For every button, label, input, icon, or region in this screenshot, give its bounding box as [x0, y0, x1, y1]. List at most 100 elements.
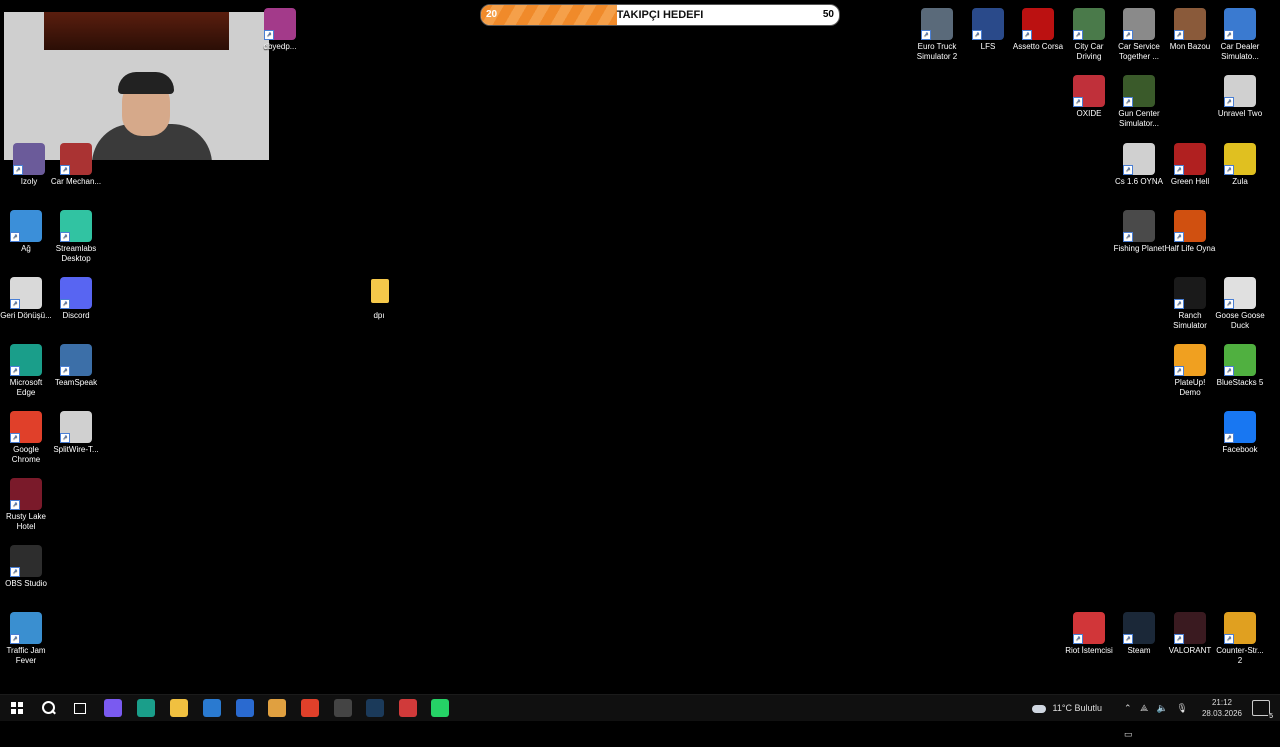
display-icon[interactable]: ▭ [1124, 729, 1133, 739]
taskbar-store-icon[interactable] [203, 699, 221, 717]
desktop-icon-green-hell[interactable]: ↗ Green Hell [1164, 143, 1216, 187]
network-icon[interactable]: ⟁ [1140, 703, 1148, 713]
taskbar-copilot-icon[interactable] [104, 699, 122, 717]
webcam-tapestry [44, 12, 229, 50]
taskbar-search-icon[interactable] [39, 699, 57, 717]
desktop-icon-euro-truck-simulator-2[interactable]: ↗ Euro Truck Simulator 2 [911, 8, 963, 62]
desktop-icon-bluestacks-5[interactable]: ↗ BlueStacks 5 [1214, 344, 1266, 388]
notification-button[interactable]: 5 [1252, 700, 1274, 720]
half-life-oyna-icon: ↗ [1174, 210, 1206, 242]
desktop-icon-label: Car Mechan... [50, 177, 102, 186]
microsoft-edge-icon: ↗ [10, 344, 42, 376]
chevron-up-icon[interactable]: ⌃ [1124, 703, 1132, 713]
shortcut-arrow-icon: ↗ [1224, 165, 1234, 175]
car-service-together-icon: ↗ [1123, 8, 1155, 40]
desktop-icon-car-service-together[interactable]: ↗ Car Service Together ... [1113, 8, 1165, 62]
desktop-icon-label: Unravel Two [1217, 109, 1263, 118]
desktop-icon-steam[interactable]: ↗ Steam [1113, 612, 1165, 656]
desktop-icon-traffic-jam-fever[interactable]: ↗ Traffic Jam Fever [0, 612, 52, 666]
mic-icon[interactable]: 🎙 [1176, 703, 1187, 713]
shortcut-arrow-icon: ↗ [10, 433, 20, 443]
desktop-icon-fishing-planet[interactable]: ↗ Fishing Planet [1113, 210, 1165, 254]
shortcut-arrow-icon: ↗ [1073, 634, 1083, 644]
obs-studio-icon: ↗ [10, 545, 42, 577]
geri-d-n-icon: ↗ [10, 277, 42, 309]
desktop-icon-izoly[interactable]: ↗ Izoly [3, 143, 55, 187]
weather-widget[interactable]: 11°C Bulutlu [1032, 695, 1112, 721]
goal-title: TAKIPÇI HEDEFI [616, 9, 704, 21]
desktop-icon-google-chrome[interactable]: ↗ Google Chrome [0, 411, 52, 465]
desktop-icon-gun-center-simulator[interactable]: ↗ Gun Center Simulator... [1113, 75, 1165, 129]
desktop-icon-geri-d-n[interactable]: ↗ Geri Dönüşü... [0, 277, 52, 321]
desktop-icon-discord[interactable]: ↗ Discord [50, 277, 102, 321]
desktop-icon-teamspeak[interactable]: ↗ TeamSpeak [50, 344, 102, 388]
desktop-icon-label: Assetto Corsa [1012, 42, 1064, 51]
desktop-icon-label: Zula [1232, 177, 1248, 186]
cloud-icon [1032, 704, 1046, 713]
desktop-icon-valorant[interactable]: ↗ VALORANT [1164, 612, 1216, 656]
desktop-icon-riot-i-stemcisi[interactable]: ↗ Riot İstemcisi [1063, 612, 1115, 656]
desktop-icon-zula[interactable]: ↗ Zula [1214, 143, 1266, 187]
desktop-icon-label: Google Chrome [11, 445, 41, 464]
taskbar-file-explorer-icon[interactable] [170, 699, 188, 717]
taskbar-media-icon[interactable] [268, 699, 286, 717]
volume-icon[interactable]: 🔈 [1157, 703, 1168, 713]
shortcut-arrow-icon: ↗ [1123, 634, 1133, 644]
desktop-icon-label: VALORANT [1168, 646, 1212, 655]
desktop-icon-car-dealer-simulato[interactable]: ↗ Car Dealer Simulato... [1214, 8, 1266, 62]
discord-icon: ↗ [60, 277, 92, 309]
desktop-icon-car-mechan[interactable]: ↗ Car Mechan... [50, 143, 102, 187]
desktop-icon-facebook[interactable]: ↗ Facebook [1214, 411, 1266, 455]
desktop-icon-unravel-two[interactable]: ↗ Unravel Two [1214, 75, 1266, 119]
desktop-icon-a[interactable]: ↗ Ağ [0, 210, 52, 254]
desktop-icon-label: SplitWire-T... [53, 445, 99, 454]
desktop-icon-plateup-demo[interactable]: ↗ PlateUp! Demo [1164, 344, 1216, 398]
follower-goal-bar: 20 TAKIPÇI HEDEFI 50 [480, 4, 840, 26]
shortcut-arrow-icon: ↗ [1073, 30, 1083, 40]
shortcut-arrow-icon: ↗ [60, 299, 70, 309]
desktop-icon-label: Izoly [20, 177, 38, 186]
taskbar-mail-icon[interactable] [236, 699, 254, 717]
shortcut-arrow-icon: ↗ [10, 232, 20, 242]
desktop-icon-microsoft-edge[interactable]: ↗ Microsoft Edge [0, 344, 52, 398]
shortcut-arrow-icon: ↗ [1224, 299, 1234, 309]
desktop-icon-oxide[interactable]: ↗ OXIDE [1063, 75, 1115, 119]
desktop-folder-dpi[interactable]: dpı [353, 277, 405, 321]
system-tray-icons[interactable]: ⌃ ⟁ 🔈 🎙 ▭ [1124, 695, 1200, 739]
taskbar-edge-icon[interactable] [137, 699, 155, 717]
desktop-icon-label: Facebook [1222, 445, 1258, 454]
taskbar-chrome-icon[interactable] [301, 699, 319, 717]
notification-count: 5 [1268, 713, 1274, 720]
taskbar-steam-icon[interactable] [366, 699, 384, 717]
valorant-icon: ↗ [1174, 612, 1206, 644]
desktop-icon-dbyedp[interactable]: ↗ dbyedp... [254, 8, 306, 52]
desktop-icon-rusty-lake-hotel[interactable]: ↗ Rusty Lake Hotel [0, 478, 52, 532]
taskbar-start-icon[interactable] [8, 699, 26, 717]
desktop-icon-splitwire-t[interactable]: ↗ SplitWire-T... [50, 411, 102, 455]
desktop-icon-city-car-driving[interactable]: ↗ City Car Driving [1063, 8, 1115, 62]
ranch-simulator-icon: ↗ [1174, 277, 1206, 309]
desktop-icon-assetto-corsa[interactable]: ↗ Assetto Corsa [1012, 8, 1064, 52]
desktop-icon-goose-goose-duck[interactable]: ↗ Goose Goose Duck [1214, 277, 1266, 331]
taskbar-whatsapp-icon[interactable] [431, 699, 449, 717]
desktop-icon-counter-str-2[interactable]: ↗ Counter-Str... 2 [1214, 612, 1266, 666]
clock[interactable]: 21:12 28.03.2026 [1200, 697, 1244, 719]
bluestacks-5-icon: ↗ [1224, 344, 1256, 376]
desktop-icon-label: Geri Dönüşü... [0, 311, 52, 320]
desktop-icon-half-life-oyna[interactable]: ↗ Half Life Oyna [1164, 210, 1216, 254]
desktop-icon-label: Riot İstemcisi [1065, 646, 1113, 655]
desktop-icon-ranch-simulator[interactable]: ↗ Ranch Simulator [1164, 277, 1216, 331]
desktop-icon-streamlabs-desktop[interactable]: ↗ Streamlabs Desktop [50, 210, 102, 264]
taskbar-task-view-icon[interactable] [71, 699, 89, 717]
desktop-icon-cs-1-6-oyna[interactable]: ↗ Cs 1.6 OYNA [1113, 143, 1165, 187]
riot-i-stemcisi-icon: ↗ [1073, 612, 1105, 644]
folder-icon [363, 277, 395, 309]
taskbar-obs-icon[interactable] [334, 699, 352, 717]
desktop-icon-lfs[interactable]: ↗ LFS [962, 8, 1014, 52]
taskbar-chrome-profile-icon[interactable] [399, 699, 417, 717]
desktop-icon-label: Rusty Lake Hotel [5, 512, 47, 531]
assetto-corsa-icon: ↗ [1022, 8, 1054, 40]
desktop-icon-obs-studio[interactable]: ↗ OBS Studio [0, 545, 52, 589]
desktop-icon-mon-bazou[interactable]: ↗ Mon Bazou [1164, 8, 1216, 52]
shortcut-arrow-icon: ↗ [13, 165, 23, 175]
